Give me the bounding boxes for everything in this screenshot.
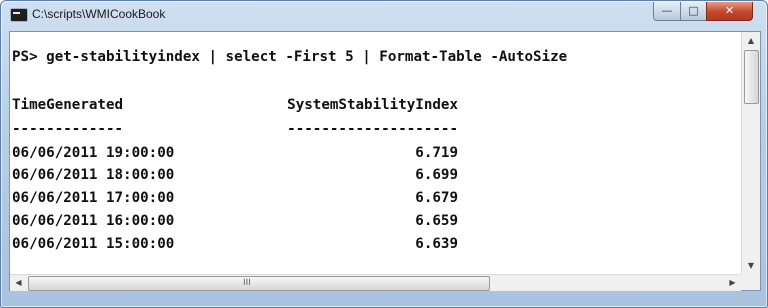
horizontal-scroll-thumb[interactable]: III (28, 276, 490, 291)
close-icon: ✕ (724, 4, 735, 17)
scroll-down-arrow-icon[interactable]: ▼ (742, 257, 760, 274)
command-line: PS> get-stabilityindex | select -First 5… (12, 49, 568, 65)
row-time: 06/06/2011 18:00:00 (12, 167, 175, 183)
header-time-generated: TimeGenerated (12, 97, 124, 113)
close-button[interactable]: ✕ (706, 2, 753, 21)
separator-index: -------------------- (287, 121, 458, 137)
minimize-button[interactable]: — (653, 2, 681, 21)
console-icon[interactable] (10, 8, 28, 22)
scroll-right-arrow-icon[interactable]: ▶ (724, 275, 741, 291)
minimize-icon: — (661, 4, 673, 17)
maximize-button[interactable]: □ (680, 2, 707, 21)
scroll-left-arrow-icon[interactable]: ◀ (10, 275, 27, 291)
vertical-scroll-thumb[interactable] (744, 50, 759, 104)
row-index: 6.719 (415, 145, 458, 161)
scroll-up-arrow-icon[interactable]: ▲ (742, 32, 760, 49)
row-time: 06/06/2011 15:00:00 (12, 236, 175, 252)
row-index: 6.659 (415, 213, 458, 229)
console-output[interactable]: PS> get-stabilityindex | select -First 5… (10, 32, 741, 274)
horizontal-scrollbar[interactable]: ◀ III ▶ (10, 274, 741, 291)
row-index: 6.639 (415, 236, 458, 252)
title-bar[interactable]: C:\scripts\WMICookBook — □ ✕ (1, 1, 767, 29)
console-window: C:\scripts\WMICookBook — □ ✕ PS> get-sta… (0, 0, 768, 308)
vertical-scrollbar[interactable]: ▲ ▼ (741, 32, 760, 274)
console-client-area: PS> get-stabilityindex | select -First 5… (9, 31, 761, 291)
row-time: 06/06/2011 19:00:00 (12, 145, 175, 161)
window-title: C:\scripts\WMICookBook (32, 7, 166, 21)
row-time: 06/06/2011 16:00:00 (12, 213, 175, 229)
maximize-icon: □ (688, 4, 699, 17)
scroll-grip-icon: III (243, 278, 251, 288)
row-index: 6.679 (415, 190, 458, 206)
scrollbar-corner (741, 274, 760, 290)
separator-time: ------------- (12, 121, 124, 137)
header-system-stability-index: SystemStabilityIndex (287, 97, 458, 113)
row-index: 6.699 (415, 167, 458, 183)
row-time: 06/06/2011 17:00:00 (12, 190, 175, 206)
